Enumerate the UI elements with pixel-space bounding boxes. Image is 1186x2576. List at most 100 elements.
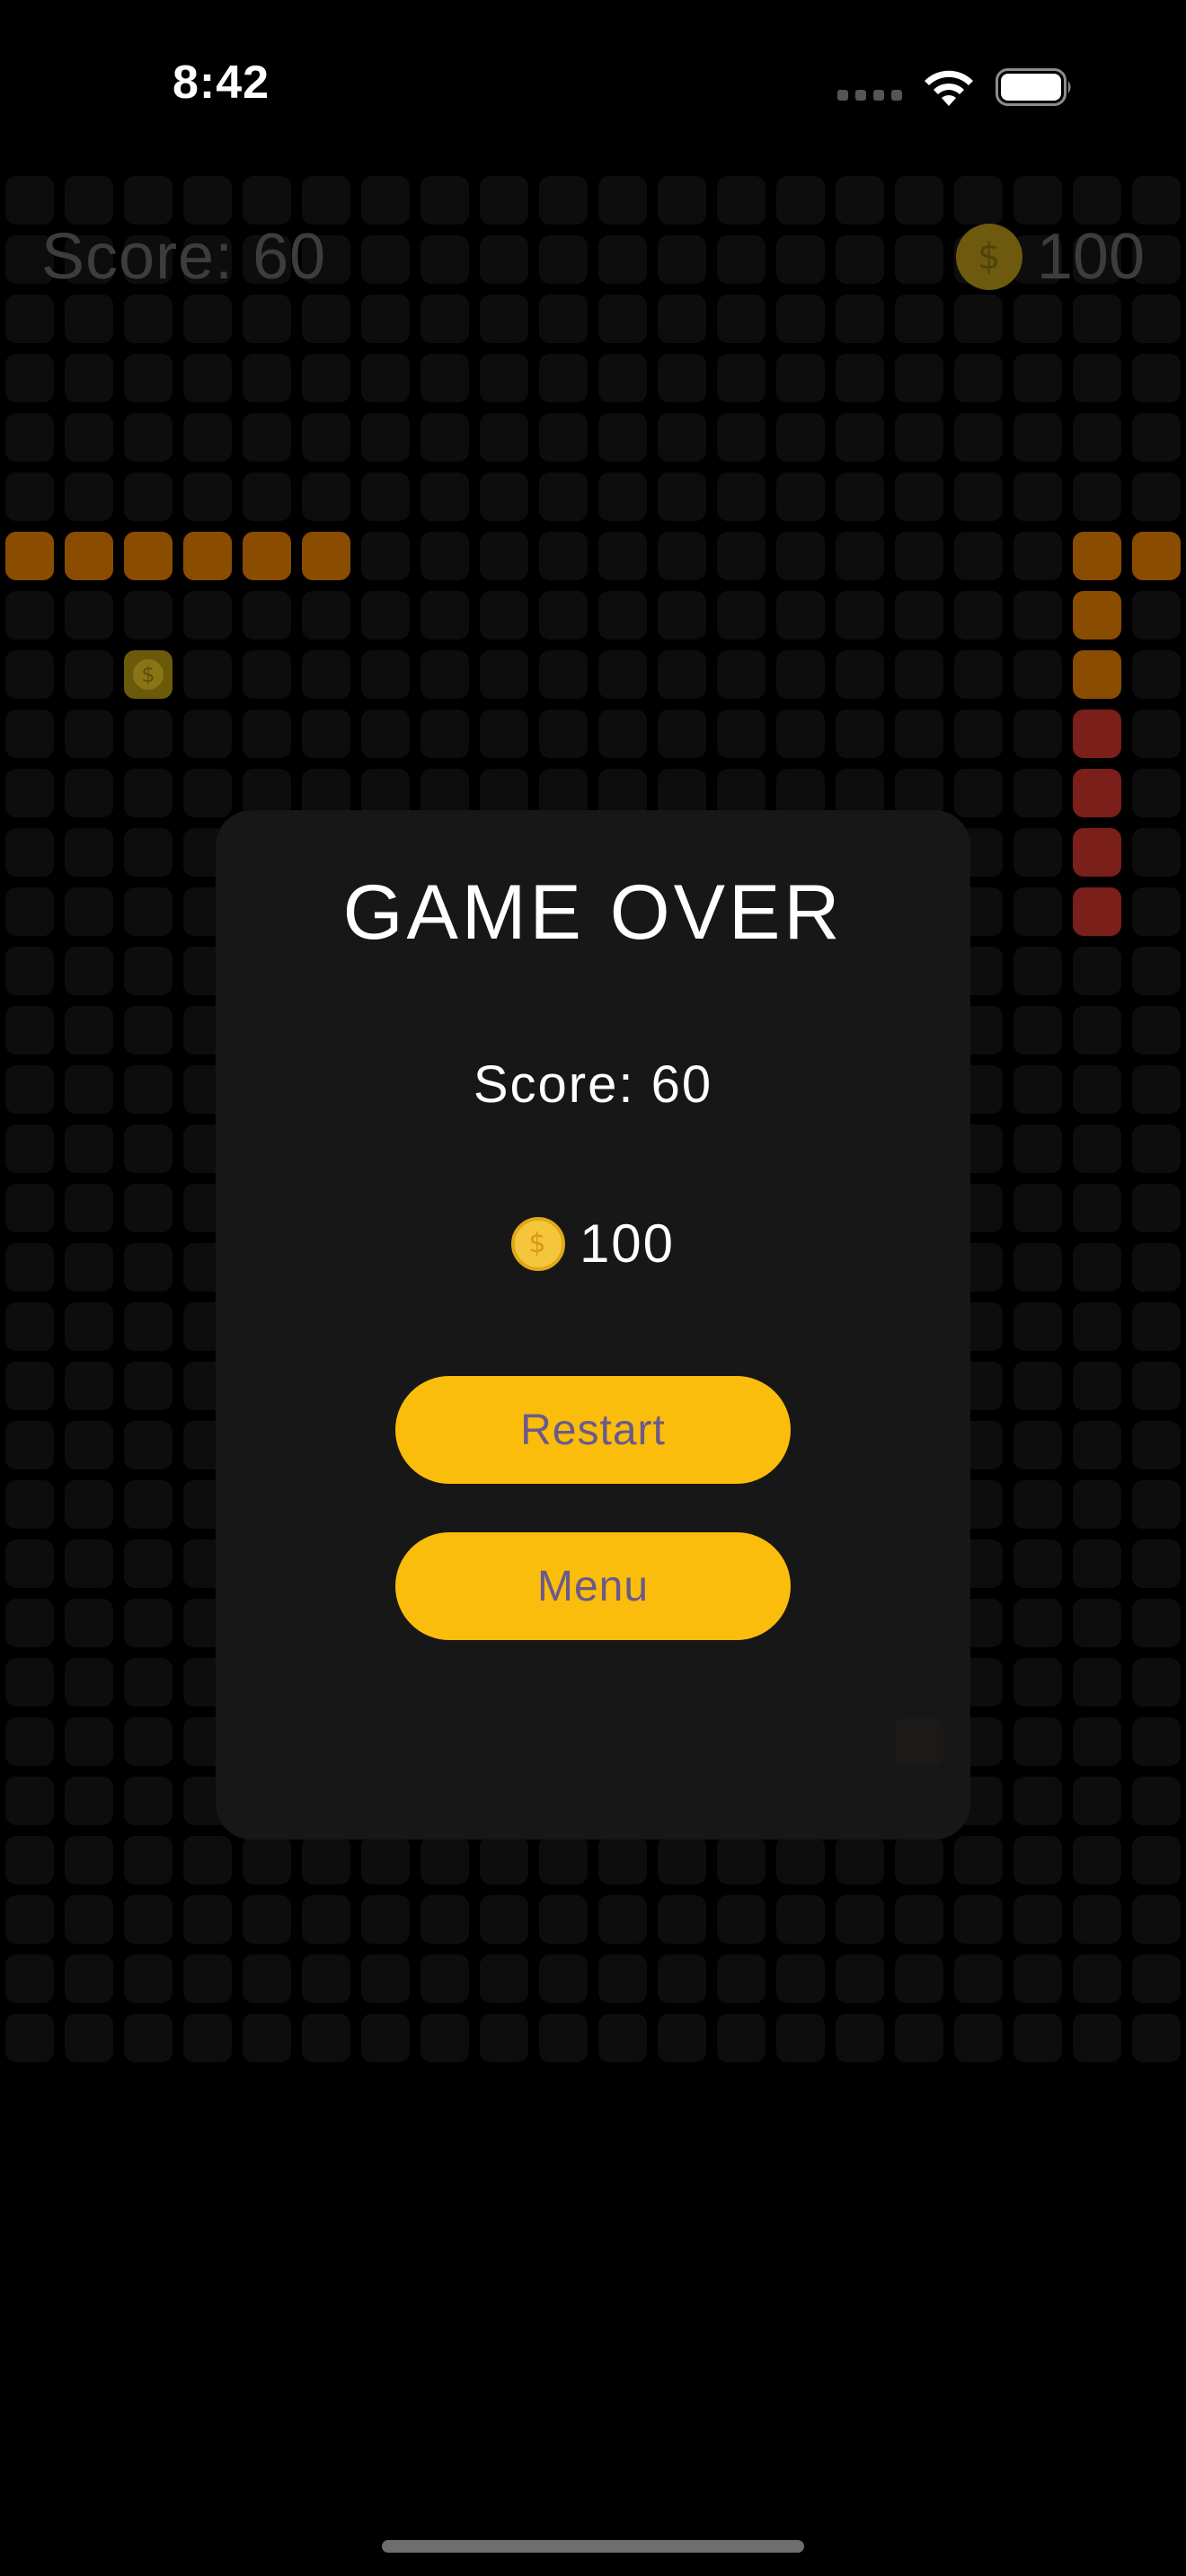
grid-cell [598,413,647,462]
grid-cell [5,1006,54,1054]
grid-cell [658,1954,706,2003]
grid-cell [1013,1184,1062,1232]
grid-cell [1132,591,1181,640]
grid-cell [1073,1125,1121,1173]
snake-segment [1073,828,1121,877]
grid-cell [420,650,469,699]
grid-cell [124,1125,173,1173]
status-icons [837,65,1073,110]
grid-cell [65,1125,113,1173]
grid-cell [183,1895,232,1944]
grid-cell [65,591,113,640]
grid-cell [658,1836,706,1884]
grid-cell [420,1836,469,1884]
grid-cell [5,1777,54,1825]
status-time: 8:42 [173,57,270,109]
grid-cell [539,1836,588,1884]
grid-cell [598,295,647,343]
grid-cell [124,1954,173,2003]
grid-cell [1073,1184,1121,1232]
hud-coins: $ 100 [955,220,1145,294]
grid-cell [1013,1658,1062,1707]
grid-cell [302,295,350,343]
grid-cell [243,295,291,343]
grid-cell [65,1421,113,1469]
grid-cell [954,710,1003,758]
grid-cell [1132,413,1181,462]
grid-cell [361,1836,410,1884]
grid-cell [1132,1658,1181,1707]
grid-cell [480,532,528,580]
grid-cell [124,1480,173,1529]
grid-cell [895,472,943,521]
grid-cell [1073,1539,1121,1588]
grid-cell [124,1539,173,1588]
grid-cell [776,295,825,343]
grid-cell [124,591,173,640]
grid-cell [1073,1717,1121,1766]
grid-cell [836,472,884,521]
restart-button[interactable]: Restart [395,1376,791,1484]
grid-cell [1132,769,1181,817]
coin-pickup: $ [124,650,173,699]
grid-cell [65,1954,113,2003]
grid-cell [480,591,528,640]
grid-cell [65,413,113,462]
grid-cell [717,235,766,284]
grid-cell [1013,295,1062,343]
grid-cell [598,1954,647,2003]
grid-cell [302,650,350,699]
grid-cell [65,1362,113,1410]
grid-cell [836,1895,884,1944]
grid-cell [658,2014,706,2062]
grid-cell [65,1243,113,1292]
grid-cell [954,591,1003,640]
grid-cell [420,1895,469,1944]
grid-cell [5,769,54,817]
grid-cell [539,650,588,699]
grid-cell [658,710,706,758]
grid-cell [1132,1599,1181,1647]
grid-cell [658,295,706,343]
grid-cell [776,1954,825,2003]
home-indicator[interactable] [382,2540,804,2553]
grid-cell [302,413,350,462]
grid-cell [65,1065,113,1114]
grid-cell [183,650,232,699]
grid-cell [420,413,469,462]
snake-segment [183,532,232,580]
grid-cell [243,2014,291,2062]
grid-cell [836,591,884,640]
grid-cell [5,413,54,462]
grid-cell [539,1895,588,1944]
grid-cell [1013,1777,1062,1825]
grid-cell [243,650,291,699]
grid-cell [717,295,766,343]
game-over-panel: GAME OVER Score: 60 $ 100 Restart Menu [216,810,970,1839]
grid-cell [1073,1065,1121,1114]
grid-cell [658,176,706,225]
grid-cell [1013,769,1062,817]
grid-cell [1073,1421,1121,1469]
grid-cell [420,354,469,402]
grid-cell [5,887,54,936]
grid-cell [124,1777,173,1825]
grid-cell [895,532,943,580]
grid-cell [1132,1184,1181,1232]
grid-cell [717,2014,766,2062]
grid-cell [124,769,173,817]
grid-cell [5,1480,54,1529]
grid-cell [776,413,825,462]
grid-cell [895,2014,943,2062]
grid-cell [895,235,943,284]
menu-button[interactable]: Menu [395,1532,791,1640]
grid-cell [480,235,528,284]
grid-cell [124,1717,173,1766]
grid-cell [717,413,766,462]
snake-segment [243,532,291,580]
grid-cell [243,591,291,640]
grid-cell [243,354,291,402]
grid-cell [65,1480,113,1529]
grid-cell [243,1836,291,1884]
grid-cell [717,472,766,521]
